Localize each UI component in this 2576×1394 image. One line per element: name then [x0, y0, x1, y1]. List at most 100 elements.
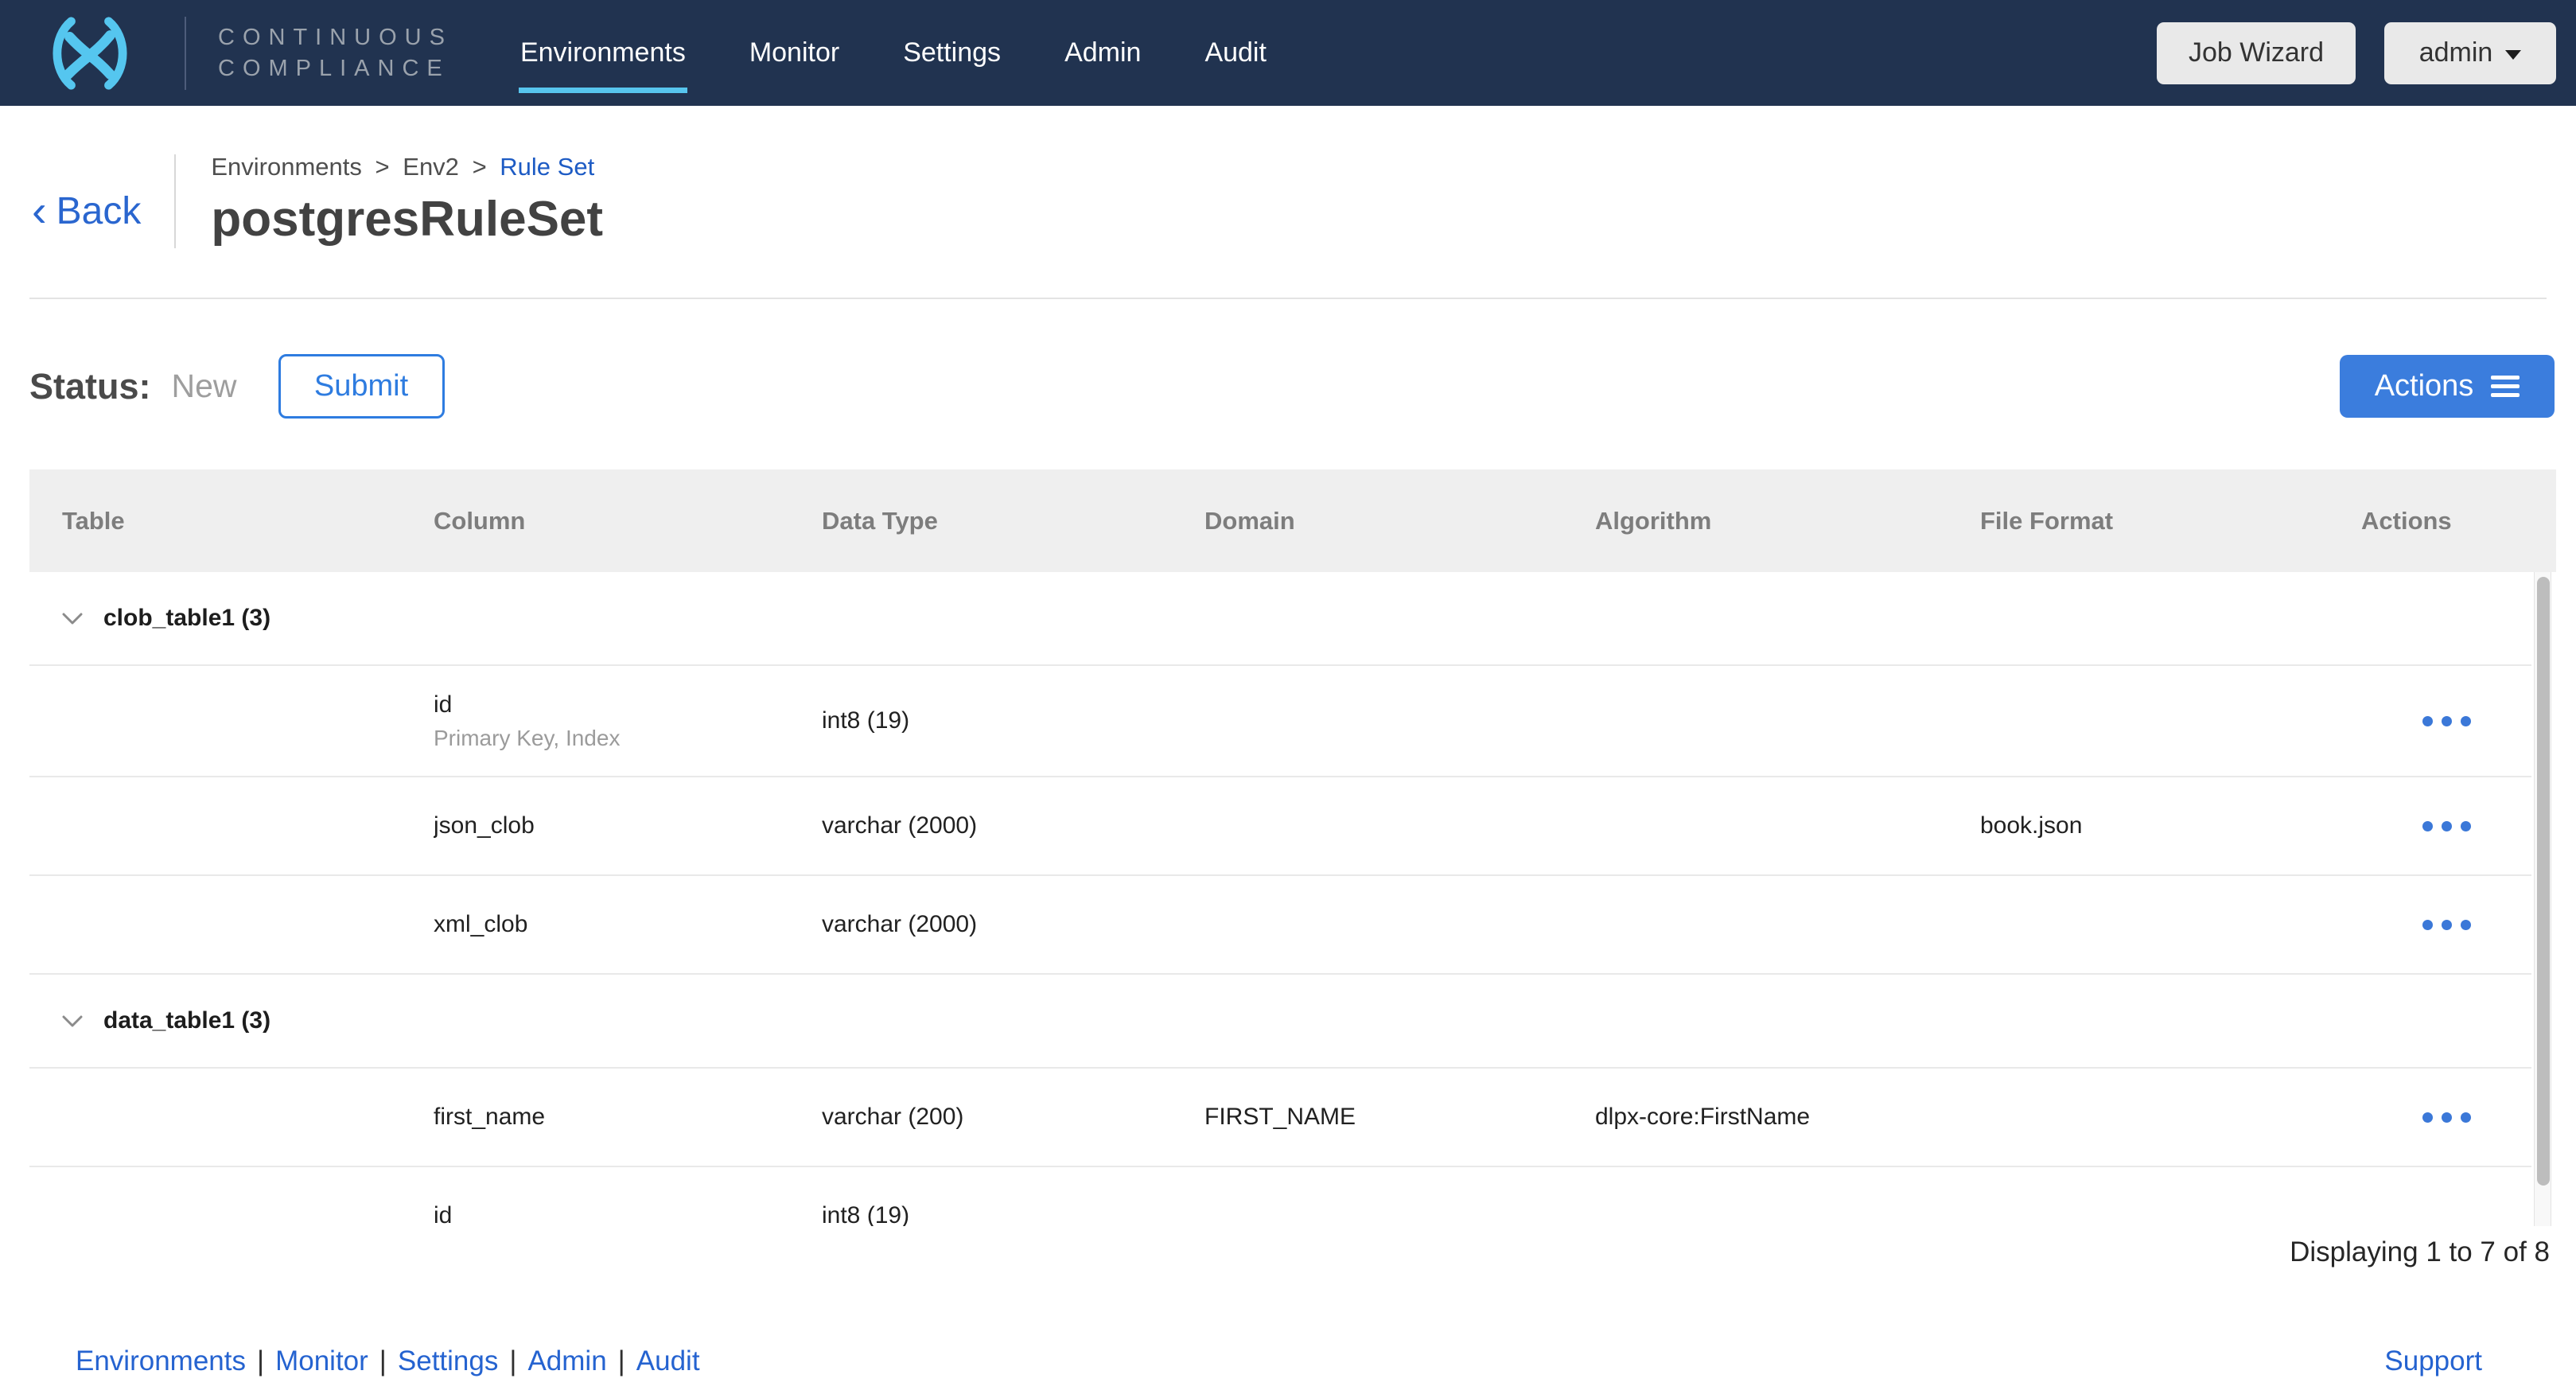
- footer-link-settings[interactable]: Settings: [398, 1345, 498, 1376]
- column-cell: first_name: [434, 1104, 822, 1131]
- actions-button[interactable]: Actions: [2340, 355, 2555, 418]
- table-group-row[interactable]: data_table1 (3): [29, 975, 2531, 1069]
- status-bar: Status: New Submit Actions: [29, 354, 2555, 419]
- breadcrumb-rule-set[interactable]: Rule Set: [500, 153, 594, 181]
- back-label: Back: [56, 189, 142, 233]
- footer: Environments | Monitor | Settings | Admin | Audi…: [0, 1345, 2576, 1377]
- back-chevron-icon: ‹: [32, 192, 47, 230]
- nav-item-monitor[interactable]: Monitor: [749, 37, 839, 68]
- footer-link-monitor[interactable]: Monitor: [275, 1345, 368, 1376]
- column-name: json_clob: [434, 812, 822, 839]
- table-group-row[interactable]: clob_table1 (3): [29, 572, 2531, 666]
- data-type-cell: int8 (19): [822, 1202, 1204, 1226]
- table-row: id Primary Key, Indexint8 (19): [29, 666, 2531, 777]
- scrollbar-thumb[interactable]: [2537, 577, 2550, 1186]
- column-name: first_name: [434, 1104, 822, 1131]
- wordmark-line1: CONTINUOUS: [218, 22, 453, 53]
- nav-item-settings[interactable]: Settings: [903, 37, 1001, 68]
- data-type-cell: varchar (200): [822, 1104, 1204, 1131]
- breadcrumb-env2[interactable]: Env2: [403, 153, 459, 181]
- nav-item-admin[interactable]: Admin: [1064, 37, 1141, 68]
- main-nav: Environments Monitor Settings Admin Audit: [520, 37, 1267, 68]
- data-type-cell: varchar (2000): [822, 812, 1204, 839]
- nav-item-audit[interactable]: Audit: [1204, 37, 1267, 68]
- row-actions-button[interactable]: [2361, 821, 2531, 831]
- pagination-status: Displaying 1 to 7 of 8: [0, 1236, 2550, 1268]
- column-cell: xml_clob: [434, 911, 822, 938]
- support-link[interactable]: Support: [2384, 1345, 2482, 1377]
- footer-links: Environments | Monitor | Settings | Admin | Audi…: [76, 1345, 700, 1377]
- col-header-table: Table: [29, 507, 434, 535]
- table-row: idint8 (19): [29, 1167, 2531, 1226]
- footer-link-audit[interactable]: Audit: [636, 1345, 700, 1376]
- column-name: id: [434, 1202, 822, 1226]
- col-header-data-type: Data Type: [822, 507, 1204, 535]
- nav-item-environments[interactable]: Environments: [520, 37, 686, 68]
- section-divider: [29, 298, 2547, 299]
- footer-separator: |: [257, 1345, 264, 1376]
- data-type-cell: int8 (19): [822, 707, 1204, 734]
- actions-cell: [2361, 716, 2531, 726]
- footer-separator: |: [509, 1345, 516, 1376]
- column-name: xml_clob: [434, 911, 822, 938]
- user-menu-button[interactable]: admin: [2384, 22, 2556, 84]
- breadcrumb: Environments > Env2 > Rule Set: [211, 151, 603, 183]
- group-cell: clob_table1 (3): [29, 605, 434, 632]
- column-note: Primary Key, Index: [434, 726, 822, 751]
- col-header-actions: Actions: [2361, 507, 2556, 535]
- footer-link-admin[interactable]: Admin: [527, 1345, 606, 1376]
- table-row: first_namevarchar (200)FIRST_NAMEdlpx-co…: [29, 1069, 2531, 1167]
- delphix-logo-icon[interactable]: [30, 14, 150, 92]
- brand-divider: [185, 17, 186, 90]
- back-button[interactable]: ‹ Back: [32, 189, 141, 233]
- wordmark-line2: COMPLIANCE: [218, 53, 453, 84]
- page-title: postgresRuleSet: [211, 191, 603, 248]
- table-scrollbar[interactable]: [2534, 572, 2551, 1226]
- column-cell: json_clob: [434, 812, 822, 839]
- breadcrumb-environments[interactable]: Environments: [211, 153, 362, 181]
- column-cell: id Primary Key, Index: [434, 691, 822, 751]
- actions-cell: [2361, 1112, 2531, 1123]
- actions-cell: [2361, 920, 2531, 930]
- product-wordmark: CONTINUOUS COMPLIANCE: [218, 22, 453, 84]
- rule-set-table: Table Column Data Type Domain Algorithm …: [29, 469, 2556, 1226]
- row-actions-button[interactable]: [2361, 716, 2531, 726]
- page-header: ‹ Back Environments > Env2 > Rule Set po…: [0, 106, 2576, 248]
- data-type-cell: varchar (2000): [822, 911, 1204, 938]
- col-header-algorithm: Algorithm: [1595, 507, 1980, 535]
- column-cell: id: [434, 1202, 822, 1226]
- table-header-row: Table Column Data Type Domain Algorithm …: [29, 469, 2556, 572]
- header-divider: [174, 154, 176, 248]
- footer-link-environments[interactable]: Environments: [76, 1345, 246, 1376]
- chevron-down-icon[interactable]: [62, 612, 83, 625]
- algorithm-cell: dlpx-core:FirstName: [1595, 1104, 1980, 1131]
- user-menu-label: admin: [2419, 37, 2493, 68]
- footer-separator: |: [618, 1345, 625, 1376]
- chevron-down-icon[interactable]: [62, 1014, 83, 1028]
- breadcrumb-separator: >: [376, 153, 390, 181]
- actions-button-label: Actions: [2375, 369, 2474, 403]
- col-header-domain: Domain: [1204, 507, 1595, 535]
- row-actions-button[interactable]: [2361, 1112, 2531, 1123]
- domain-cell: FIRST_NAME: [1204, 1104, 1595, 1131]
- footer-separator: |: [379, 1345, 387, 1376]
- caret-down-icon: [2505, 50, 2521, 60]
- col-header-file-format: File Format: [1980, 507, 2361, 535]
- group-cell: data_table1 (3): [29, 1007, 434, 1034]
- status-value: New: [172, 368, 237, 405]
- table-row: json_clobvarchar (2000) book.json: [29, 777, 2531, 876]
- column-name: id: [434, 691, 822, 718]
- table-body: clob_table1 (3)idPrimary Key, Indexint8 …: [29, 572, 2531, 1226]
- submit-button[interactable]: Submit: [278, 354, 445, 419]
- group-table-name: data_table1 (3): [103, 1007, 270, 1034]
- row-actions-button[interactable]: [2361, 920, 2531, 930]
- group-table-name: clob_table1 (3): [103, 605, 270, 632]
- table-row: xml_clobvarchar (2000): [29, 876, 2531, 975]
- breadcrumb-separator: >: [473, 153, 487, 181]
- col-header-column: Column: [434, 507, 822, 535]
- job-wizard-button[interactable]: Job Wizard: [2157, 22, 2356, 84]
- file-format-cell: book.json: [1980, 812, 2361, 839]
- menu-icon: [2491, 376, 2520, 397]
- status-label: Status:: [29, 366, 151, 407]
- actions-cell: [2361, 821, 2531, 831]
